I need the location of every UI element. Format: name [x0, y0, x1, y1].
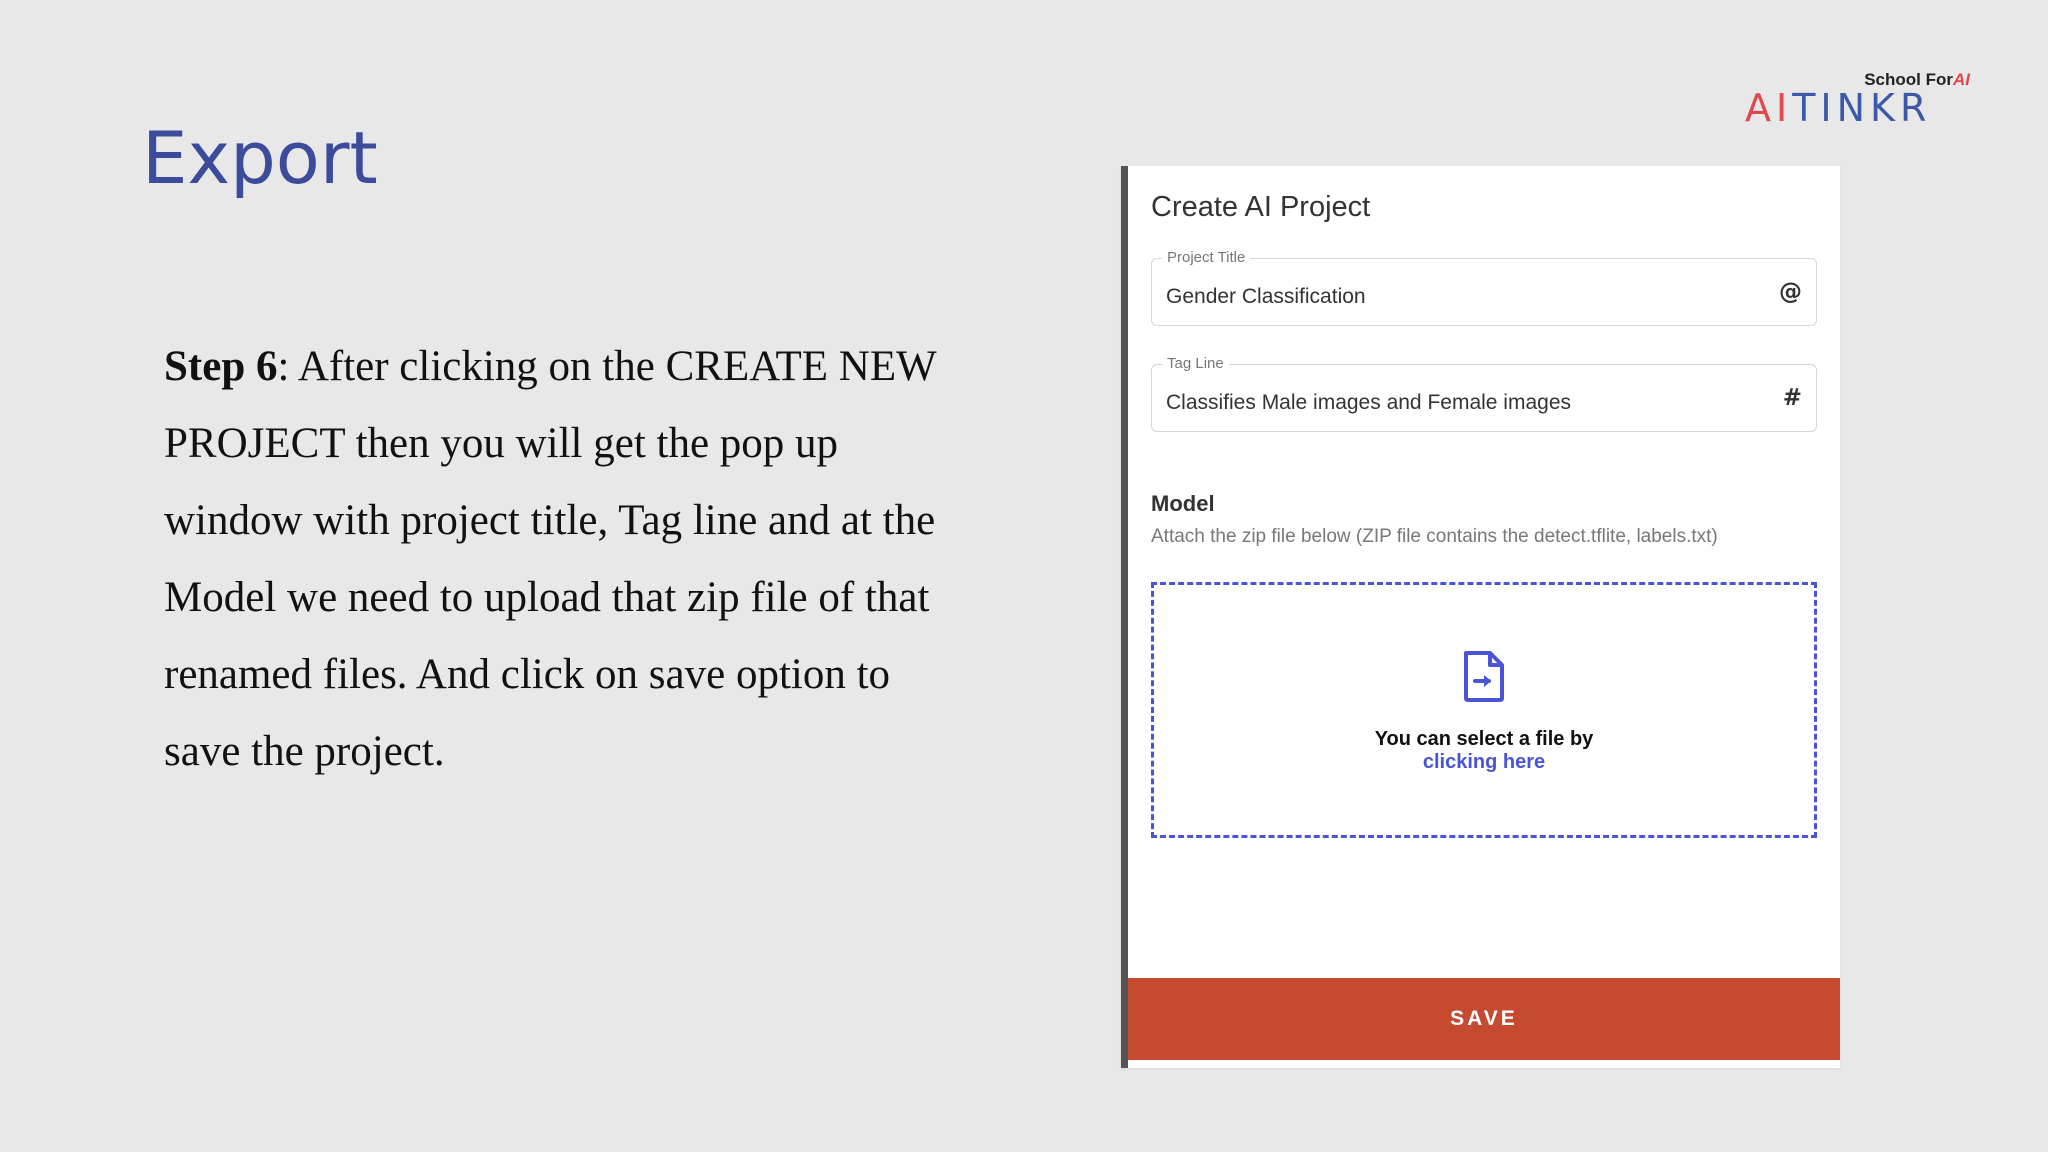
tag-line-input[interactable]	[1166, 391, 1746, 415]
save-button[interactable]: SAVE	[1128, 978, 1840, 1060]
logo-wordmark: AITINKR	[1745, 86, 1932, 130]
create-ai-project-dialog: Create AI Project Project Title @ Tag Li…	[1121, 166, 1840, 1068]
file-dropzone[interactable]: You can select a file by clicking here	[1151, 582, 1817, 838]
project-title-label: Project Title	[1162, 249, 1251, 266]
dropzone-text: You can select a file by	[1374, 728, 1594, 750]
step-instructions: Step 6: After clicking on the CREATE NEW…	[164, 328, 944, 790]
project-title-field[interactable]: Project Title @	[1151, 249, 1817, 326]
slide-title: Export	[142, 116, 378, 200]
logo-tagline-ai: AI	[1953, 70, 1970, 89]
tag-line-field[interactable]: Tag Line #	[1151, 355, 1817, 432]
model-heading: Model	[1151, 491, 1215, 516]
logo-wordmark-ai: AI	[1745, 86, 1793, 130]
step-body: After clicking on the CREATE NEW PROJECT…	[164, 343, 936, 775]
aitinkr-logo: School ForAI AITINKR	[1745, 70, 1970, 130]
step-label: Step 6	[164, 343, 278, 390]
select-file-link[interactable]: clicking here	[1154, 751, 1814, 774]
tag-line-label: Tag Line	[1162, 355, 1229, 372]
at-icon: @	[1779, 279, 1802, 305]
model-description: Attach the zip file below (ZIP file cont…	[1151, 526, 1718, 547]
project-title-input[interactable]	[1166, 285, 1746, 309]
step-colon: :	[277, 343, 290, 390]
dialog-title: Create AI Project	[1151, 191, 1371, 223]
hash-icon: #	[1782, 385, 1802, 411]
file-upload-icon	[1464, 651, 1504, 702]
logo-wordmark-rest: TINKR	[1792, 86, 1932, 130]
